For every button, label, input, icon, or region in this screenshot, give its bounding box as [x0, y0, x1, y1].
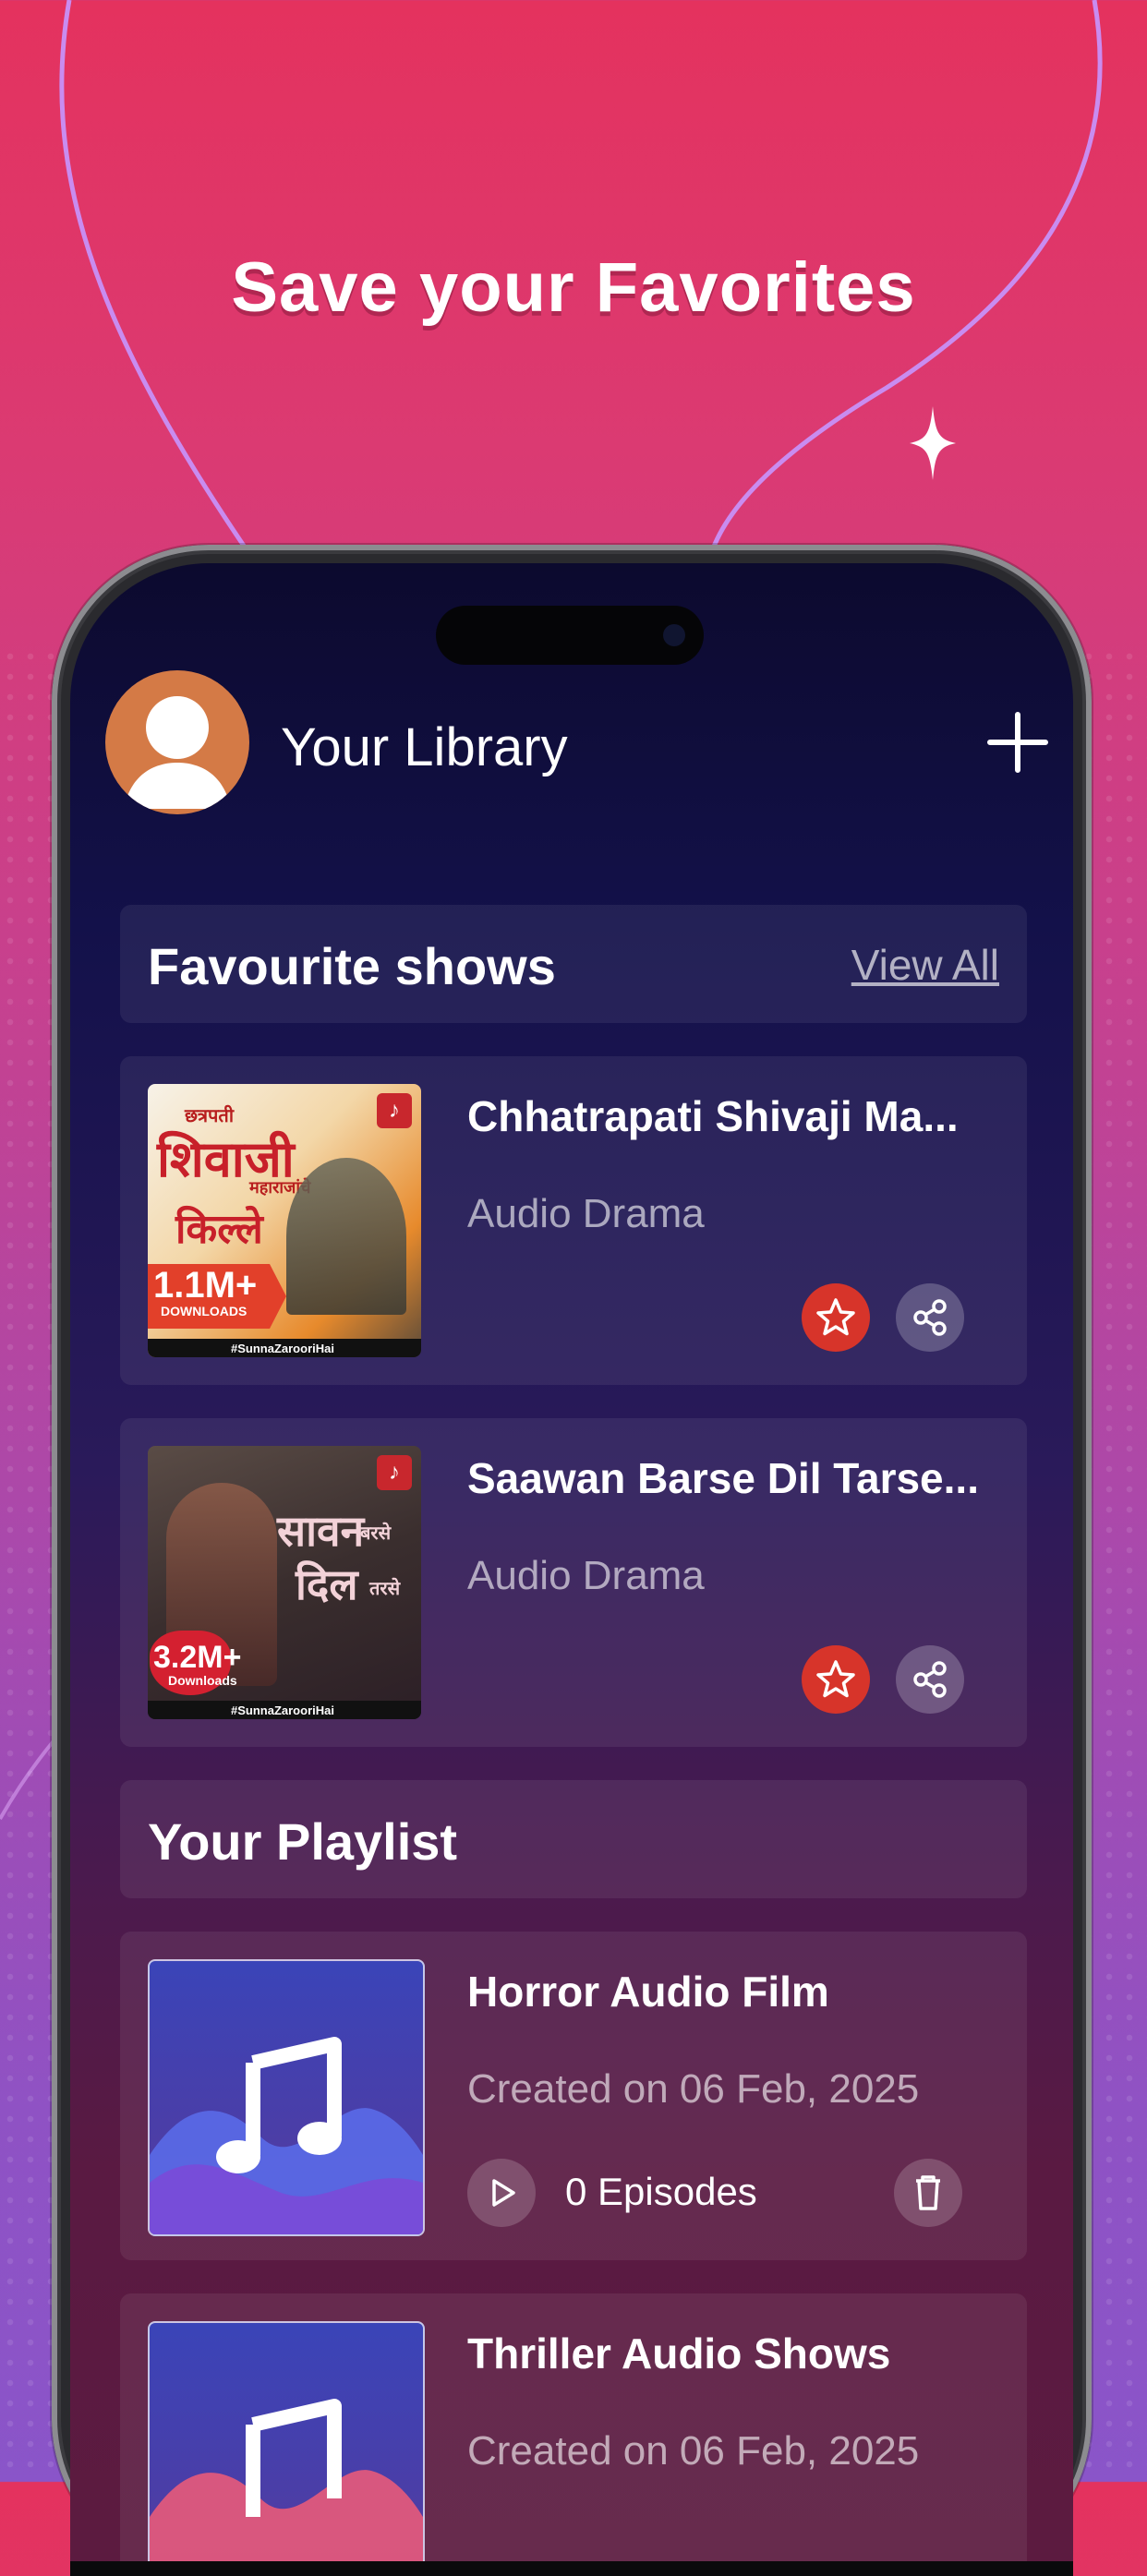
app-logo-icon: ♪	[377, 1093, 412, 1128]
view-all-link[interactable]: View All	[851, 940, 999, 990]
show-title: Chhatrapati Shivaji Ma...	[467, 1092, 959, 1140]
playlist-created-date: Created on 06 Feb, 2025	[467, 2428, 920, 2474]
dynamic-island	[436, 606, 704, 665]
user-avatar-icon[interactable]	[105, 670, 249, 814]
playlist-section-header: Your Playlist	[120, 1780, 1027, 1898]
trash-icon	[916, 2175, 940, 2210]
music-note-icon	[150, 2399, 423, 2576]
play-icon	[492, 2179, 515, 2207]
share-icon	[913, 1661, 947, 1698]
favourite-item[interactable]: ♪ सावन बरसे दिल तरसे 3.2M+ Downloads #Su…	[120, 1418, 1027, 1747]
playlist-cover	[148, 1959, 425, 2236]
playlist-name: Horror Audio Film	[467, 1968, 829, 2016]
favourite-star-button[interactable]	[802, 1645, 870, 1714]
library-title: Your Library	[281, 717, 568, 777]
favourites-title: Favourite shows	[148, 937, 556, 995]
star-icon	[816, 1298, 855, 1336]
playlist-created-date: Created on 06 Feb, 2025	[467, 2066, 920, 2112]
playlist-title: Your Playlist	[148, 1812, 458, 1871]
episode-count: 0 Episodes	[565, 2170, 757, 2213]
share-icon	[913, 1299, 947, 1336]
favourite-item[interactable]: ♪ छत्रपती शिवाजी महाराजांचे किल्ले 1.1M+…	[120, 1056, 1027, 1385]
app-screen: Your Library Favourite shows View All ♪ …	[70, 563, 1073, 2576]
phone-frame: Your Library Favourite shows View All ♪ …	[52, 545, 1092, 2576]
music-note-icon	[150, 2037, 423, 2234]
show-category: Audio Drama	[467, 1191, 705, 1236]
delete-playlist-button[interactable]	[894, 2159, 962, 2227]
library-header: Your Library	[105, 670, 1055, 818]
headline: Save your Favorites	[231, 248, 916, 327]
favourite-star-button[interactable]	[802, 1283, 870, 1352]
sparkle-icon	[910, 406, 956, 480]
star-icon	[816, 1660, 855, 1698]
share-button[interactable]	[896, 1645, 964, 1714]
bottom-bar	[70, 2561, 1073, 2576]
show-poster-saawan: ♪ सावन बरसे दिल तरसे 3.2M+ Downloads #Su…	[148, 1446, 421, 1719]
show-title: Saawan Barse Dil Tarse...	[467, 1454, 979, 1502]
playlist-cover	[148, 2321, 425, 2576]
playlist-name: Thriller Audio Shows	[467, 2329, 891, 2377]
show-poster-shivaji: ♪ छत्रपती शिवाजी महाराजांचे किल्ले 1.1M+…	[148, 1084, 421, 1357]
app-logo-icon: ♪	[377, 1455, 412, 1490]
play-button[interactable]	[467, 2159, 536, 2227]
plus-icon[interactable]	[981, 705, 1055, 779]
share-button[interactable]	[896, 1283, 964, 1352]
show-category: Audio Drama	[467, 1553, 705, 1598]
playlist-item[interactable]: Thriller Audio Shows Created on 06 Feb, …	[120, 2293, 1027, 2576]
favourites-section-header: Favourite shows View All	[120, 905, 1027, 1023]
playlist-item[interactable]: Horror Audio Film Created on 06 Feb, 202…	[120, 1932, 1027, 2260]
